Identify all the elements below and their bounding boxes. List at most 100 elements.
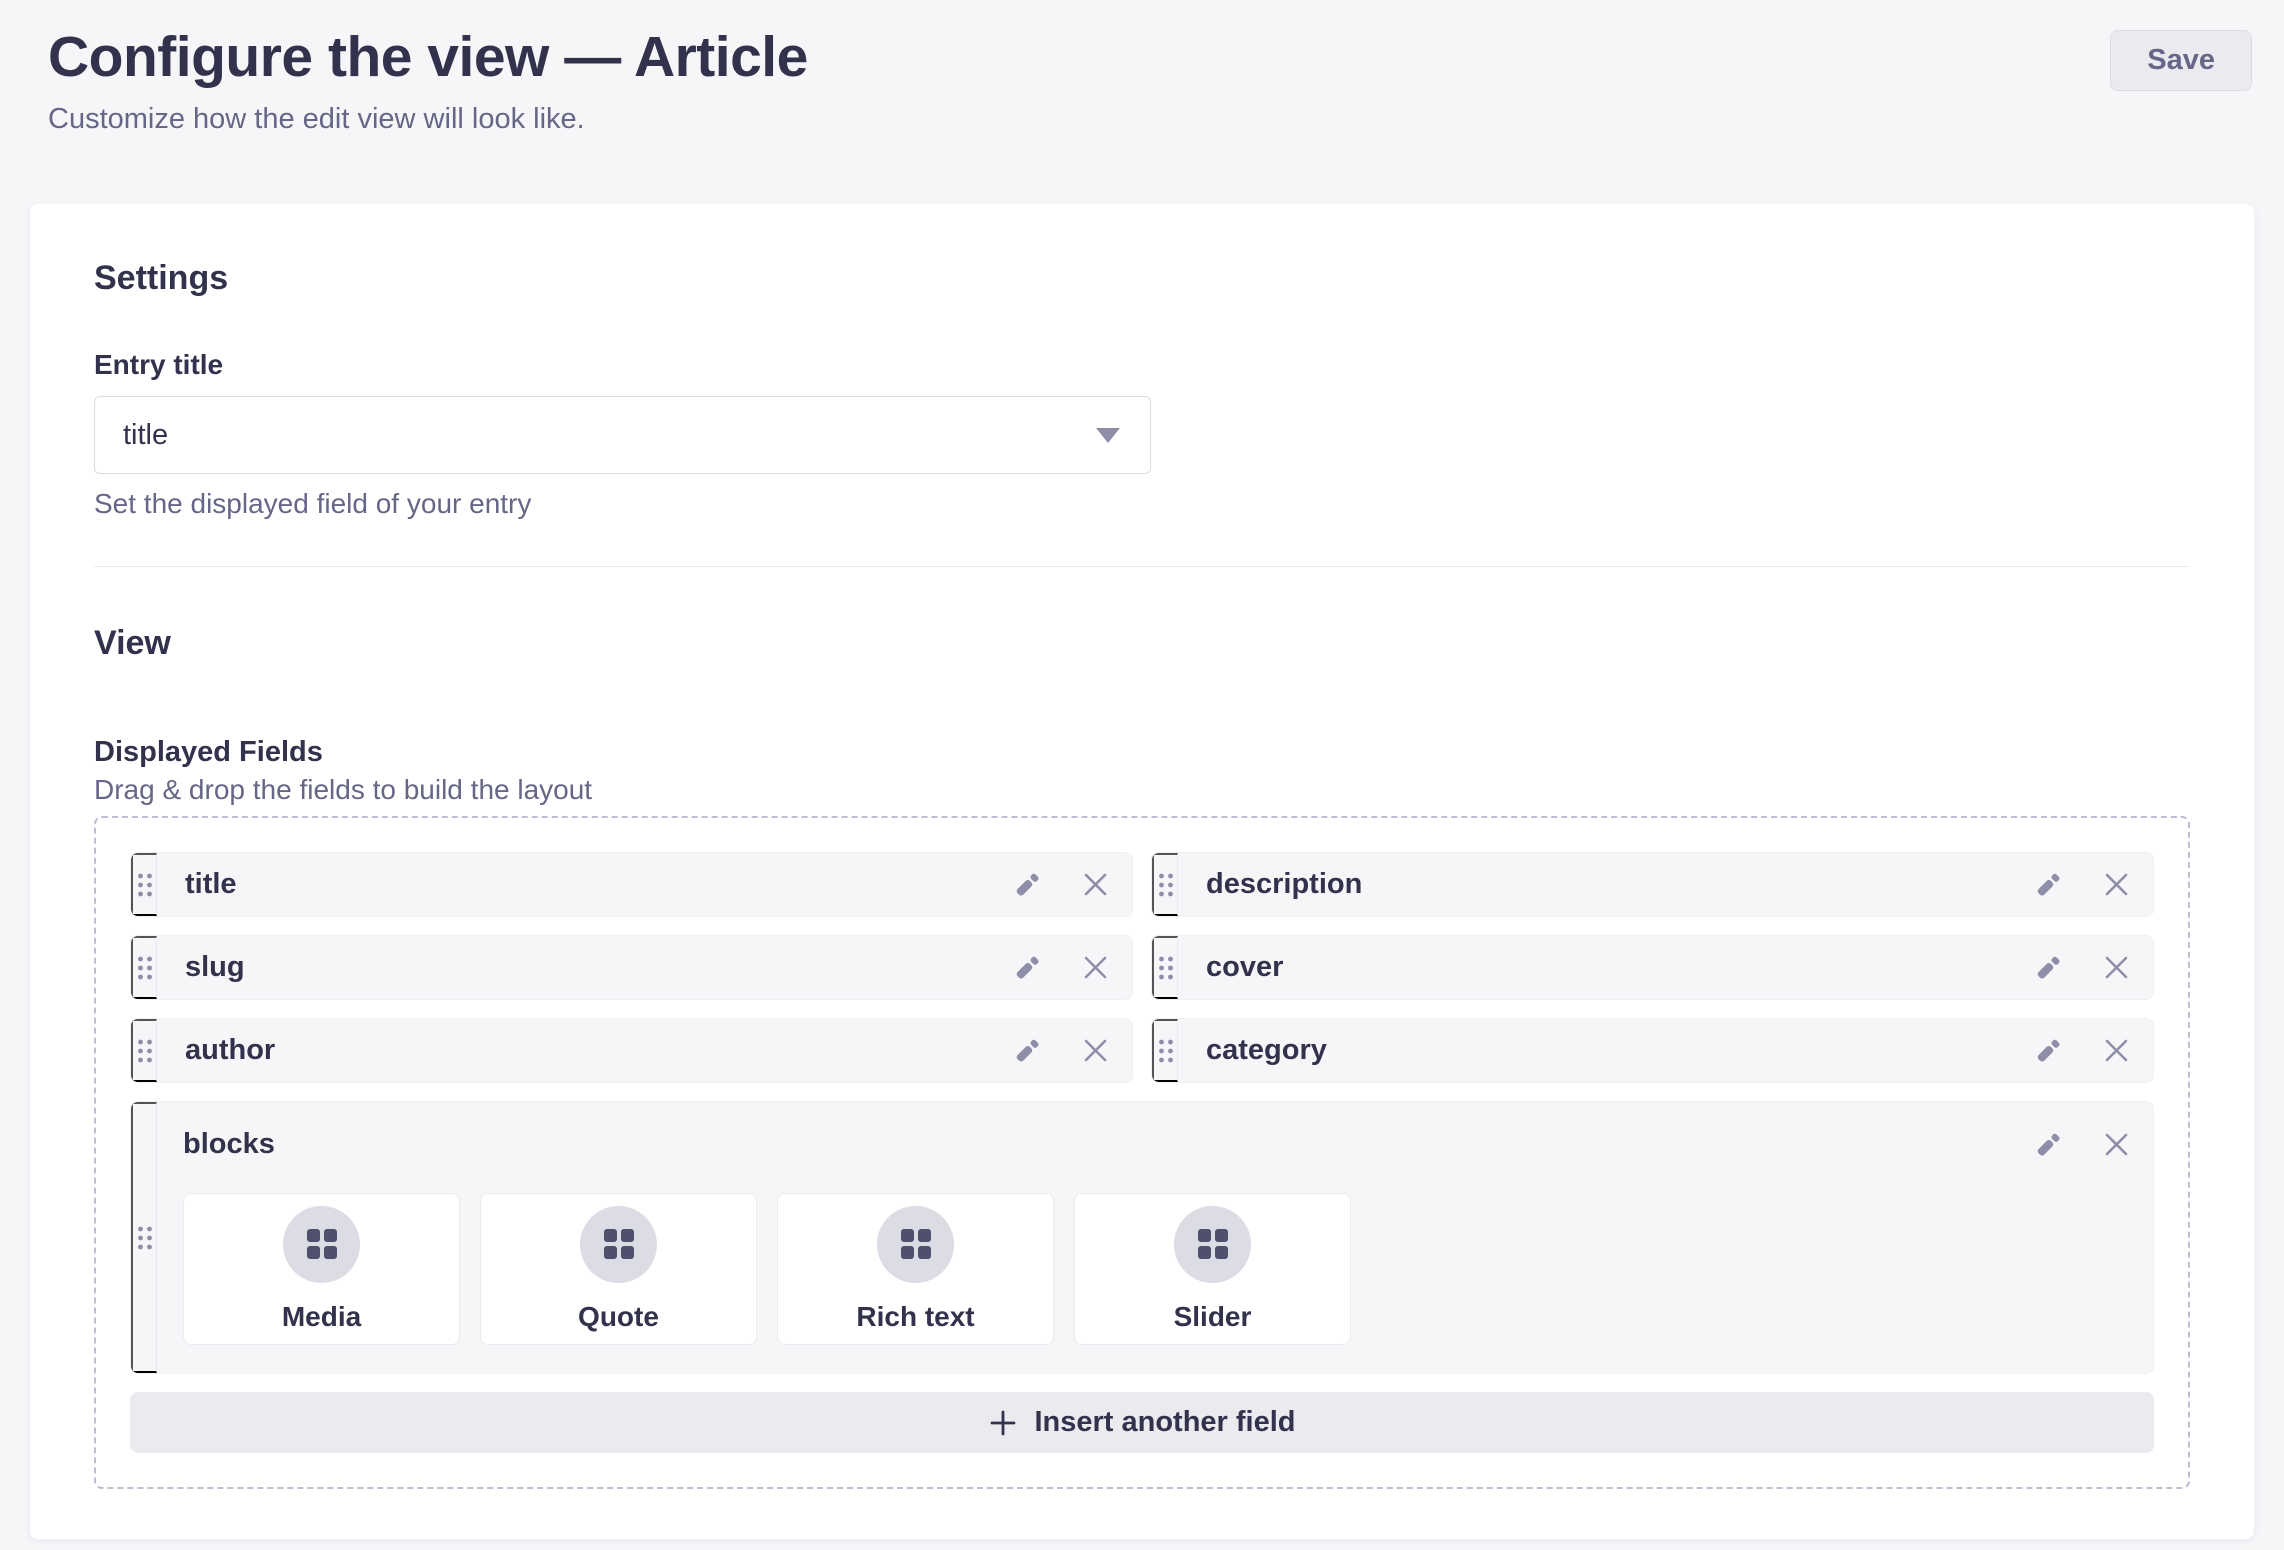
field-row-description: description: [1151, 852, 2154, 917]
pencil-icon: [2034, 1131, 2062, 1159]
field-row-blocks: blocks Media Quote: [130, 1101, 2154, 1374]
field-row-content: title: [157, 853, 1132, 916]
drag-handle[interactable]: [1152, 1019, 1178, 1082]
field-row-category: category: [1151, 1018, 2154, 1083]
displayed-fields-header: Displayed Fields Drag & drop the fields …: [94, 735, 2190, 806]
field-row-content: slug: [157, 936, 1132, 999]
pencil-icon: [2034, 1037, 2062, 1065]
grid-icon: [307, 1229, 337, 1259]
edit-field-button[interactable]: [1013, 871, 1041, 899]
component-card-rich-text[interactable]: Rich text: [777, 1193, 1054, 1345]
save-button[interactable]: Save: [2110, 30, 2252, 91]
pencil-icon: [2034, 871, 2062, 899]
entry-title-hint: Set the displayed field of your entry: [94, 488, 2190, 520]
view-section-heading: View: [94, 623, 2190, 663]
entry-title-form-group: Entry title title Set the displayed fiel…: [94, 348, 2190, 520]
drag-handle[interactable]: [131, 1019, 157, 1082]
grid-icon: [604, 1229, 634, 1259]
displayed-fields-hint: Drag & drop the fields to build the layo…: [94, 774, 2190, 806]
field-row-cover: cover: [1151, 935, 2154, 1000]
page-header: Configure the view — Article Customize h…: [30, 16, 2254, 136]
component-card-slider[interactable]: Slider: [1074, 1193, 1351, 1345]
component-label: Quote: [578, 1301, 659, 1333]
cross-icon: [1081, 953, 1110, 982]
drag-dots-icon: [136, 1038, 154, 1064]
drag-handle[interactable]: [1152, 853, 1178, 916]
drag-handle[interactable]: [1152, 936, 1178, 999]
field-name: description: [1206, 868, 1994, 901]
drag-dots-icon: [136, 1225, 154, 1251]
entry-title-label: Entry title: [94, 348, 2190, 382]
entry-title-select[interactable]: title: [94, 396, 1151, 474]
remove-field-button[interactable]: [2102, 1130, 2131, 1159]
drag-dots-icon: [1157, 1038, 1175, 1064]
edit-field-button[interactable]: [1013, 954, 1041, 982]
component-icon-circle: [283, 1206, 360, 1283]
field-row-content: author: [157, 1019, 1132, 1082]
field-row-slug: slug: [130, 935, 1133, 1000]
component-card-quote[interactable]: Quote: [480, 1193, 757, 1345]
insert-another-field-label: Insert another field: [1034, 1406, 1295, 1439]
field-name: cover: [1206, 951, 1994, 984]
component-cards: Media Quote Rich text Slider: [183, 1193, 2131, 1345]
blocks-row-header: blocks: [183, 1128, 2131, 1161]
field-row-content: description: [1178, 853, 2153, 916]
caret-down-icon: [1096, 428, 1120, 443]
field-row-title: title: [130, 852, 1133, 917]
configure-view-page: Configure the view — Article Customize h…: [0, 0, 2284, 1539]
drag-dots-icon: [1157, 955, 1175, 981]
edit-field-button[interactable]: [2034, 871, 2062, 899]
grid-icon: [1198, 1229, 1228, 1259]
blocks-row-content: blocks Media Quote: [157, 1102, 2153, 1373]
cross-icon: [1081, 1036, 1110, 1065]
field-name: blocks: [183, 1128, 1994, 1161]
remove-field-button[interactable]: [1081, 953, 1110, 982]
entry-title-select-value: title: [123, 419, 168, 452]
pencil-icon: [1013, 1037, 1041, 1065]
field-name: author: [185, 1034, 973, 1067]
cross-icon: [2102, 870, 2131, 899]
edit-field-button[interactable]: [1013, 1037, 1041, 1065]
field-row-author: author: [130, 1018, 1133, 1083]
pencil-icon: [1013, 954, 1041, 982]
drag-handle[interactable]: [131, 853, 157, 916]
pencil-icon: [2034, 954, 2062, 982]
drag-handle[interactable]: [131, 1102, 157, 1373]
page-title: Configure the view — Article: [48, 24, 808, 90]
displayed-fields-label: Displayed Fields: [94, 735, 2190, 769]
remove-field-button[interactable]: [2102, 870, 2131, 899]
cross-icon: [1081, 870, 1110, 899]
edit-field-button[interactable]: [2034, 1037, 2062, 1065]
field-name: slug: [185, 951, 973, 984]
field-row-content: cover: [1178, 936, 2153, 999]
settings-section-heading: Settings: [94, 258, 2190, 298]
field-name: title: [185, 868, 973, 901]
edit-field-button[interactable]: [2034, 954, 2062, 982]
remove-field-button[interactable]: [2102, 953, 2131, 982]
component-card-media[interactable]: Media: [183, 1193, 460, 1345]
pencil-icon: [1013, 871, 1041, 899]
configuration-card: Settings Entry title title Set the displ…: [30, 204, 2254, 1539]
component-label: Slider: [1174, 1301, 1252, 1333]
drag-dots-icon: [136, 955, 154, 981]
grid-icon: [901, 1229, 931, 1259]
component-icon-circle: [580, 1206, 657, 1283]
component-label: Media: [282, 1301, 361, 1333]
remove-field-button[interactable]: [1081, 1036, 1110, 1065]
section-divider: [94, 566, 2190, 567]
page-header-text: Configure the view — Article Customize h…: [48, 24, 808, 136]
plus-icon: [988, 1408, 1018, 1438]
remove-field-button[interactable]: [1081, 870, 1110, 899]
field-name: category: [1206, 1034, 1994, 1067]
component-icon-circle: [877, 1206, 954, 1283]
page-subtitle: Customize how the edit view will look li…: [48, 102, 808, 136]
insert-another-field-button[interactable]: Insert another field: [130, 1392, 2154, 1453]
drag-dots-icon: [136, 872, 154, 898]
edit-field-button[interactable]: [2034, 1131, 2062, 1159]
component-icon-circle: [1174, 1206, 1251, 1283]
component-label: Rich text: [856, 1301, 974, 1333]
cross-icon: [2102, 1036, 2131, 1065]
drag-handle[interactable]: [131, 936, 157, 999]
remove-field-button[interactable]: [2102, 1036, 2131, 1065]
cross-icon: [2102, 953, 2131, 982]
